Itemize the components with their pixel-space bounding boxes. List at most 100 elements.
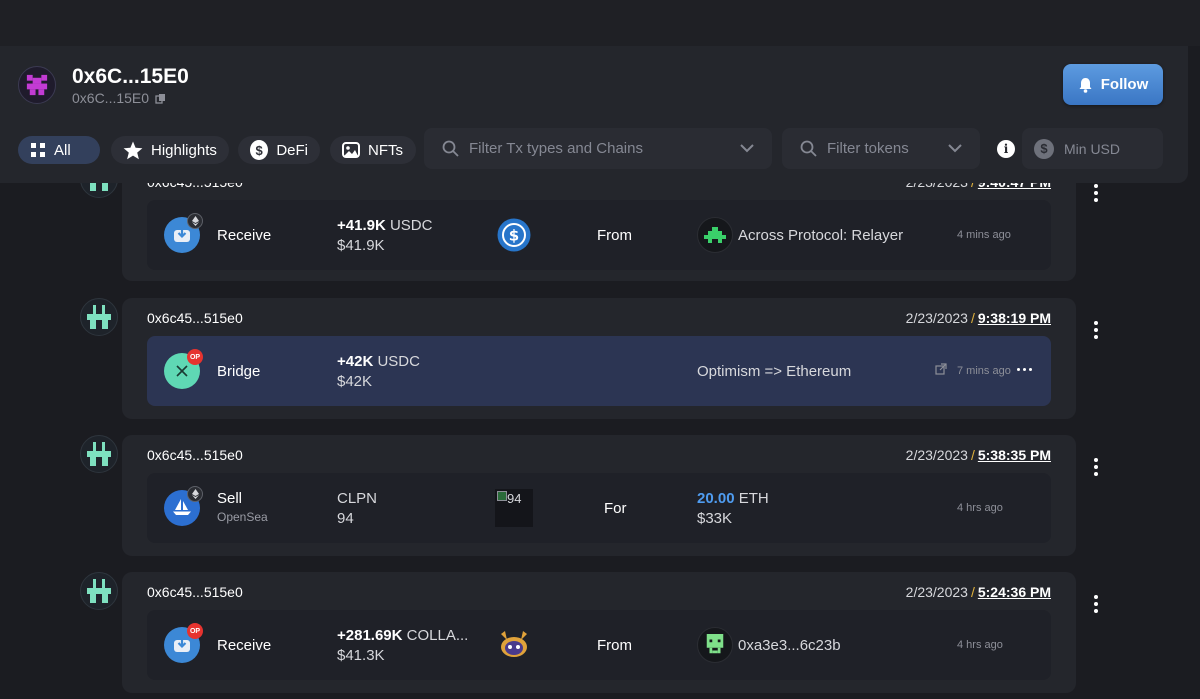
nft-collection: CLPN: [337, 490, 378, 507]
card-address[interactable]: 0x6c45...515e0: [147, 584, 243, 600]
card-date: 2/23/2023: [905, 584, 968, 600]
tx-time-ago: 4 hrs ago: [957, 639, 1003, 651]
tx-amount-token: USDC: [377, 353, 420, 370]
tx-amount: +41.9K USDC: [337, 217, 432, 234]
card-menu-icon[interactable]: [1090, 184, 1102, 202]
feed-avatar[interactable]: [80, 298, 118, 336]
copy-icon[interactable]: [155, 93, 166, 104]
boat-icon: [173, 499, 191, 515]
card-address[interactable]: 0x6c45...515e0: [147, 310, 243, 326]
card-timestamp: 2/23/2023/5:38:35 PM: [906, 447, 1051, 463]
bell-icon: [1079, 77, 1092, 93]
transaction-row[interactable]: OP Bridge +42K USDC $42K Optimism => Eth…: [147, 336, 1051, 406]
top-bar: [0, 0, 1200, 46]
bridge-route: Optimism => Ethereum: [697, 363, 852, 380]
card-address[interactable]: 0x6c45...515e0: [147, 447, 243, 463]
filter-chip-highlights[interactable]: Highlights: [111, 136, 229, 164]
counterparty-name[interactable]: Across Protocol: Relayer: [738, 227, 903, 244]
search-icon: [442, 140, 459, 157]
feed-avatar[interactable]: [80, 572, 118, 610]
card-timestamp: 2/23/2023/9:38:19 PM: [906, 310, 1051, 326]
counterparty-avatar[interactable]: [697, 627, 733, 663]
token-filter-placeholder: Filter tokens: [827, 140, 909, 157]
tx-direction: For: [604, 500, 627, 517]
svg-text:$: $: [509, 227, 519, 245]
tx-filter-placeholder: Filter Tx types and Chains: [469, 140, 643, 157]
card-time-link[interactable]: 5:38:35 PM: [978, 447, 1051, 463]
card-time-link[interactable]: 9:38:19 PM: [978, 310, 1051, 326]
tx-direction: From: [597, 637, 632, 654]
info-icon[interactable]: i: [997, 140, 1015, 158]
feed-card: 0x6c45...515e0 2/23/2023/5:38:35 PM Sell…: [122, 435, 1076, 556]
min-usd-input[interactable]: $ Min USD: [1022, 128, 1163, 169]
token-filter[interactable]: Filter tokens: [782, 128, 980, 169]
tx-amount-token: USDC: [389, 217, 433, 234]
nft-thumbnail[interactable]: 94: [495, 489, 533, 527]
wallet-address: 0x6C...15E0: [72, 90, 166, 106]
optimism-chain-badge: OP: [187, 623, 203, 639]
counterparty-name[interactable]: 0xa3e3...6c23b: [738, 637, 841, 654]
tray-download-icon: [174, 636, 190, 652]
card-time-link[interactable]: 5:24:36 PM: [978, 584, 1051, 600]
tx-time-ago: 4 hrs ago: [957, 502, 1003, 514]
transaction-row[interactable]: Sell OpenSea CLPN 94 94 For 20.00 ETH $3…: [147, 473, 1051, 543]
pixel-avatar-icon: [87, 579, 111, 603]
search-icon: [800, 140, 817, 157]
tx-type: Receive: [217, 227, 272, 244]
sale-usd-value: $33K: [697, 510, 733, 527]
profile-header: 0x6C...15E0 0x6C...15E0 Follow All Highl…: [0, 46, 1188, 183]
tx-type-filter[interactable]: Filter Tx types and Chains: [424, 128, 772, 169]
filter-chip-defi[interactable]: $ DeFi: [238, 136, 320, 164]
tx-usd-value: $42K: [337, 373, 373, 390]
pixel-avatar-icon: [87, 442, 111, 466]
tx-amount-value: +41.9K: [337, 217, 386, 234]
nft-token-id: 94: [337, 510, 354, 527]
tx-amount: +281.69K COLLA...: [337, 627, 468, 644]
pixel-logo-icon: [26, 74, 48, 96]
collab-token-icon[interactable]: [497, 628, 531, 662]
dollar-icon: $: [1034, 138, 1054, 159]
usdc-token-icon[interactable]: $: [497, 218, 531, 252]
filter-chip-nfts[interactable]: NFTs: [330, 136, 416, 164]
feed-avatar[interactable]: [80, 435, 118, 473]
chip-label: DeFi: [276, 141, 308, 159]
card-menu-icon[interactable]: [1090, 321, 1102, 339]
filter-chip-all[interactable]: All: [18, 136, 100, 164]
pixel-skull-icon: [706, 634, 724, 654]
wallet-title: 0x6C...15E0: [72, 65, 189, 88]
date-separator: /: [970, 447, 975, 463]
card-menu-icon[interactable]: [1090, 458, 1102, 476]
image-icon: [342, 142, 360, 158]
sale-price: 20.00 ETH: [697, 490, 769, 507]
eth-chain-badge: [187, 213, 203, 229]
sale-price-token: ETH: [738, 490, 769, 507]
tx-more-icon[interactable]: [1017, 368, 1032, 371]
dollar-icon: $: [250, 140, 269, 160]
external-link-icon[interactable]: [935, 363, 947, 375]
sale-price-value: 20.00: [697, 490, 735, 507]
transaction-row[interactable]: OP Receive +281.69K COLLA... $41.3K From…: [147, 610, 1051, 680]
card-menu-icon[interactable]: [1090, 595, 1102, 613]
tx-type: Sell: [217, 490, 243, 507]
tx-usd-value: $41.9K: [337, 237, 385, 254]
min-usd-placeholder: Min USD: [1064, 140, 1121, 157]
date-separator: /: [970, 584, 975, 600]
card-timestamp: 2/23/2023/5:24:36 PM: [906, 584, 1051, 600]
eth-chain-badge: [187, 486, 203, 502]
feed-card: 0x6c45...515e0 2/23/2023/5:24:36 PM OP R…: [122, 572, 1076, 693]
pixel-avatar-icon: [87, 305, 111, 329]
counterparty-avatar[interactable]: [697, 217, 733, 253]
follow-button[interactable]: Follow: [1063, 64, 1163, 105]
wallet-address-text: 0x6C...15E0: [72, 90, 150, 106]
tx-type: Receive: [217, 637, 272, 654]
feed-card: 0x6c45...515e0 2/23/2023/9:38:19 PM OP B…: [122, 298, 1076, 419]
chevron-down-icon: [948, 144, 962, 153]
card-date: 2/23/2023: [905, 310, 968, 326]
tx-amount-value: +42K: [337, 353, 374, 370]
star-icon: [123, 141, 143, 159]
optimism-chain-badge: OP: [187, 349, 203, 365]
transaction-row[interactable]: Receive +41.9K USDC $41.9K $ From Across…: [147, 200, 1051, 270]
chip-label: NFTs: [368, 141, 403, 159]
cross-arrows-icon: [176, 365, 188, 377]
chip-label: All: [54, 141, 71, 159]
